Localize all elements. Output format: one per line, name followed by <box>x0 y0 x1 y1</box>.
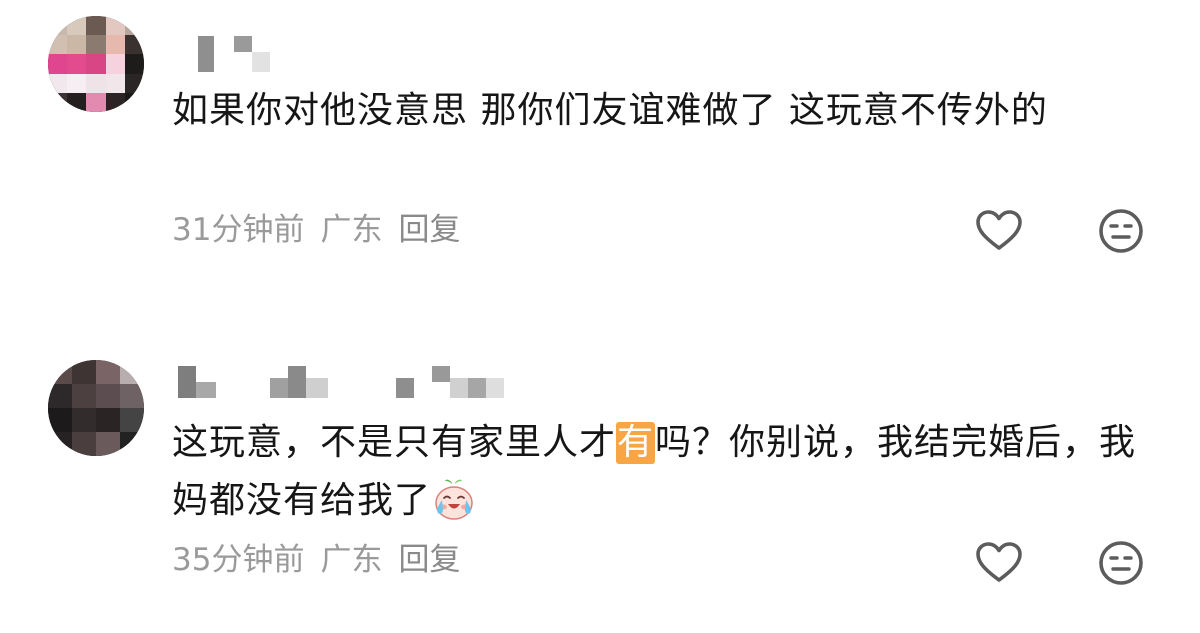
comment-meta: 31分钟前 广东 回复 <box>172 210 476 250</box>
neutral-face-icon[interactable] <box>1096 538 1146 588</box>
avatar[interactable] <box>48 16 144 112</box>
comment-time: 31分钟前 <box>172 212 305 248</box>
comment-item: 如果你对他没意思 那你们友谊难做了 这玩意不传外的 31分钟前 广东 回复 <box>0 0 1200 300</box>
comment-item: 这玩意，不是只有家里人才有吗？你别说，我结完婚后，我妈都没有给我了 35分钟前广… <box>0 330 1200 633</box>
avatar[interactable] <box>48 360 144 456</box>
heart-outline-icon[interactable] <box>974 538 1024 588</box>
heart-outline-icon[interactable] <box>974 206 1024 256</box>
comment-text-part: 这玩意，不是只有家里人才 <box>172 422 617 463</box>
comment-text: 如果你对他没意思 那你们友谊难做了 这玩意不传外的 <box>172 90 1048 131</box>
neutral-face-icon[interactable] <box>1096 206 1146 256</box>
comment-time: 35分钟前 <box>172 542 305 578</box>
comment-location: 广东 <box>320 212 383 248</box>
crying-laughing-peach-emoji-icon <box>431 476 477 522</box>
reply-button[interactable]: 回复 <box>398 212 460 248</box>
highlight-keyword[interactable]: 有 <box>616 422 656 464</box>
comment-location: 广东 <box>320 542 383 578</box>
comment-meta: 35分钟前 广东 回复 <box>172 540 476 580</box>
comment-text: 这玩意，不是只有家里人才有吗？你别说，我结完婚后，我妈都没有给我了 <box>172 414 1162 530</box>
reply-button[interactable]: 回复 <box>398 542 460 578</box>
